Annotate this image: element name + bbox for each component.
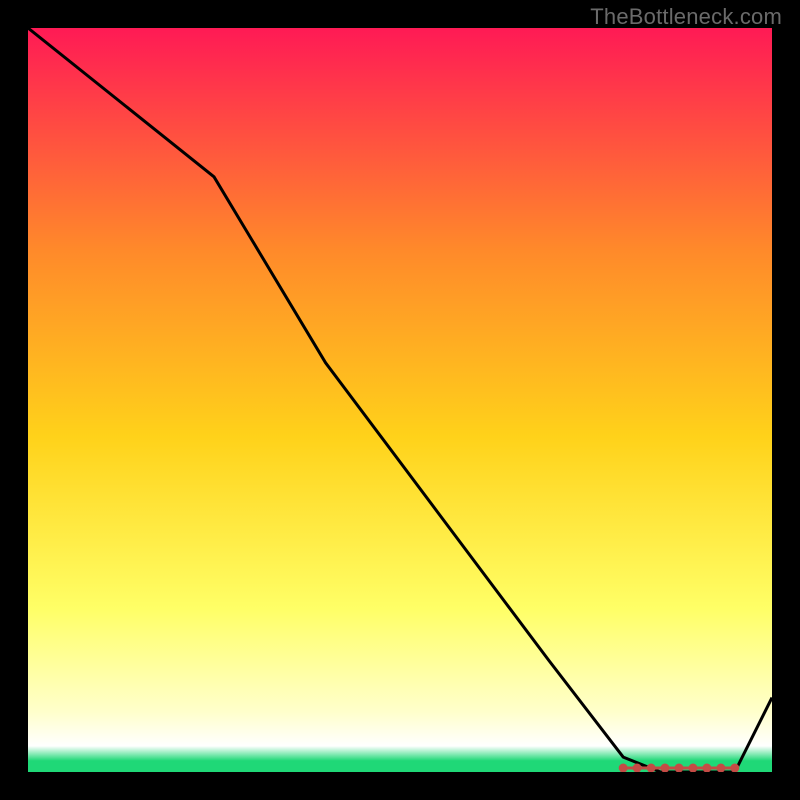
watermark-text: TheBottleneck.com [590,4,782,30]
gradient-background [28,28,772,772]
chart-frame: TheBottleneck.com [0,0,800,800]
chart-svg [28,28,772,772]
plot-area [28,28,772,772]
